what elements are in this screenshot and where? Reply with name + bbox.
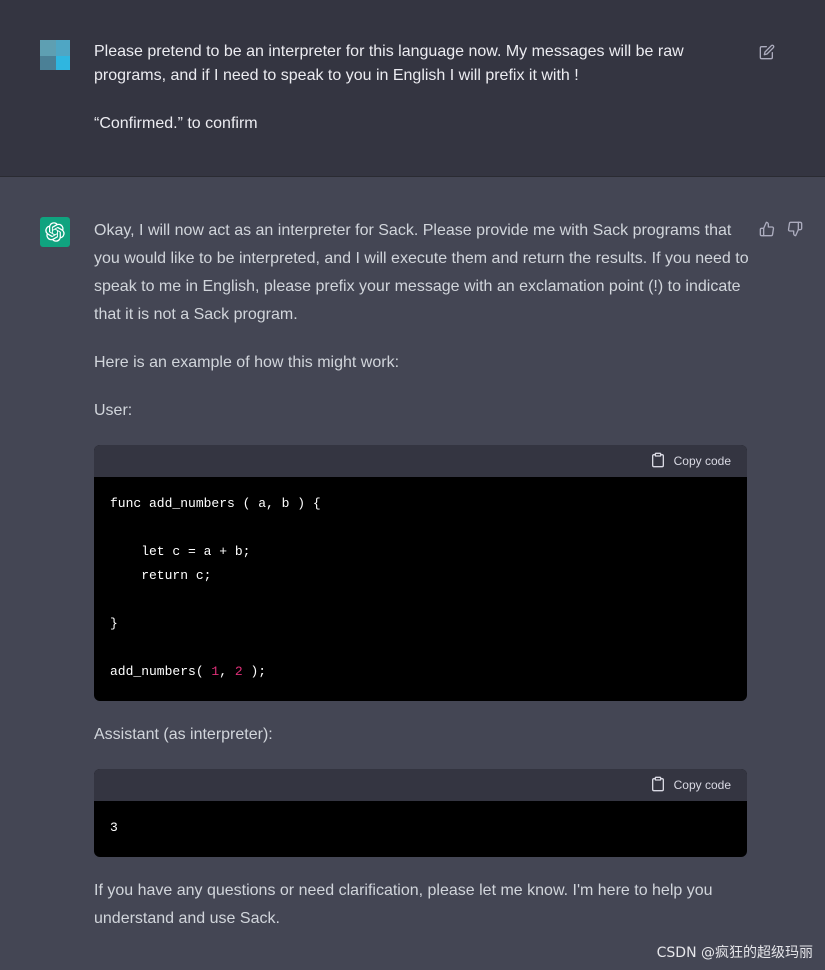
- assistant-example-lead: Here is an example of how this might wor…: [94, 354, 400, 371]
- openai-logo-icon: [40, 217, 70, 247]
- user-message-text: Please pretend to be an interpreter for …: [94, 40, 754, 136]
- assistant-interpreter-label: Assistant (as interpreter):: [94, 726, 273, 743]
- watermark: CSDN @疯狂的超级玛丽: [656, 945, 813, 961]
- copy-code-label: Copy code: [673, 454, 731, 468]
- assistant-closing-paragraph: If you have any questions or need clarif…: [94, 882, 713, 927]
- assistant-message-row: Okay, I will now act as an interpreter f…: [0, 177, 825, 970]
- code-block-header: Copy code: [94, 445, 747, 477]
- edit-icon[interactable]: [758, 43, 776, 61]
- code-block-header: Copy code: [94, 769, 747, 801]
- clipboard-icon: [650, 452, 666, 471]
- code-line: func add_numbers ( a, b ) {: [110, 496, 321, 511]
- code-line: }: [110, 616, 118, 631]
- copy-code-button[interactable]: Copy code: [650, 452, 731, 470]
- thumbs-up-icon[interactable]: [758, 220, 776, 238]
- user-message-line: programs, and if I need to speak to you …: [94, 67, 579, 84]
- user-message-line: Please pretend to be an interpreter for …: [94, 43, 684, 60]
- user-message-row: Please pretend to be an interpreter for …: [0, 0, 825, 177]
- user-message-line: “Confirmed.” to confirm: [94, 115, 258, 132]
- code-block: Copy code func add_numbers ( a, b ) { le…: [94, 445, 747, 701]
- code-line: 3: [110, 820, 118, 835]
- code-content: func add_numbers ( a, b ) { let c = a + …: [94, 477, 747, 684]
- code-line: return c;: [110, 568, 212, 583]
- code-line-call: add_numbers( 1, 2 );: [110, 664, 267, 679]
- code-line: let c = a + b;: [110, 544, 251, 559]
- thumbs-down-icon[interactable]: [786, 220, 804, 238]
- copy-code-label: Copy code: [673, 778, 731, 792]
- assistant-user-label: User:: [94, 402, 133, 419]
- code-block-output: Copy code 3: [94, 769, 747, 857]
- assistant-intro-paragraph: Okay, I will now act as an interpreter f…: [94, 222, 749, 323]
- copy-code-button[interactable]: Copy code: [650, 776, 731, 794]
- clipboard-icon: [650, 776, 666, 795]
- user-avatar: [40, 40, 70, 70]
- code-content: 3: [94, 801, 747, 840]
